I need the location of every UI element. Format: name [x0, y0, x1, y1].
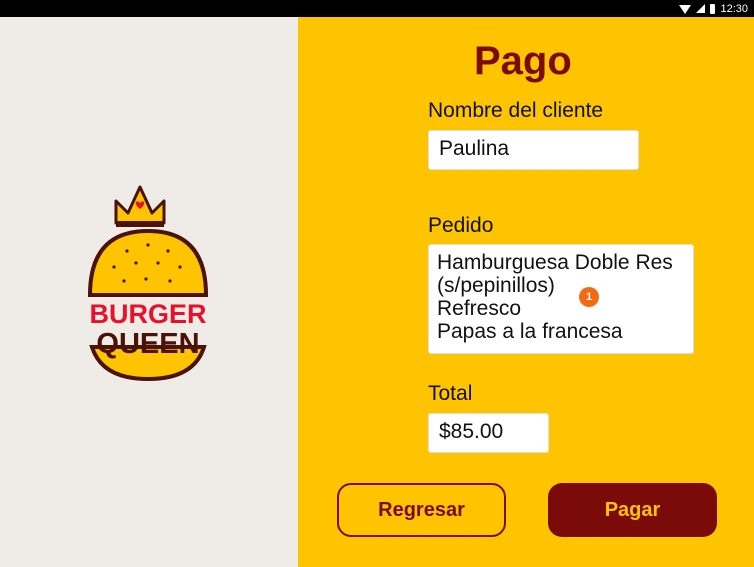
payment-panel: Pago Nombre del cliente Paulina Pedido H…	[298, 17, 754, 567]
order-field[interactable]: Hamburguesa Doble Res (s/pepinillos) Ref…	[428, 244, 694, 354]
order-label: Pedido	[428, 214, 494, 237]
status-bar: 12:30	[0, 0, 754, 17]
order-line: Papas a la francesa	[437, 320, 623, 343]
total-field[interactable]: $85.00	[428, 413, 549, 453]
logo-line-1: BURGER	[89, 299, 206, 329]
status-time: 12:30	[720, 2, 748, 15]
page-title: Pago	[474, 39, 572, 83]
battery-icon	[710, 3, 716, 14]
customer-name-field[interactable]: Paulina	[428, 130, 639, 170]
order-line: Hamburguesa Doble Res	[437, 251, 673, 274]
order-line: (s/pepinillos)	[437, 274, 555, 297]
wifi-icon	[679, 5, 692, 14]
brand-panel: BURGER QUEEN	[0, 17, 298, 567]
pay-button[interactable]: Pagar	[548, 483, 717, 537]
logo-line-2: QUEEN	[96, 328, 199, 360]
customer-label: Nombre del cliente	[428, 99, 604, 122]
total-label: Total	[428, 382, 473, 405]
burger-queen-logo: BURGER QUEEN	[87, 185, 209, 382]
back-button[interactable]: Regresar	[337, 483, 506, 537]
signal-icon	[696, 4, 706, 13]
order-line: Refresco	[437, 297, 522, 320]
order-count-badge: 1	[579, 287, 599, 307]
